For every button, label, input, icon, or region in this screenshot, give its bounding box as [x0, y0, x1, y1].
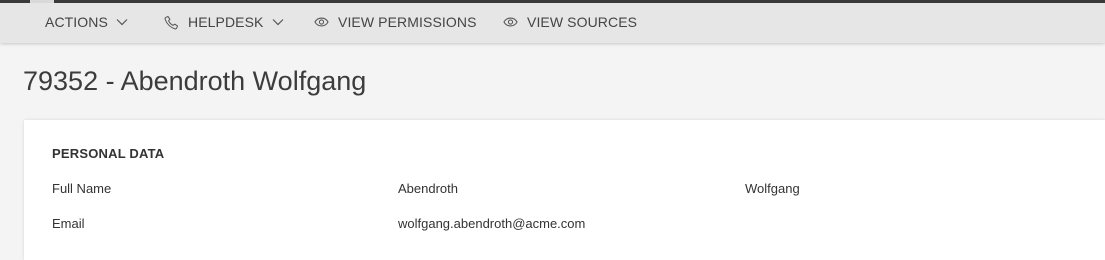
view-sources-label: VIEW SOURCES	[527, 14, 638, 30]
page-title: 79352 - Abendroth Wolfgang	[23, 66, 367, 96]
email-label: Email	[52, 216, 85, 231]
helpdesk-menu-button[interactable]: HELPDESK	[164, 11, 284, 33]
full-name-label: Full Name	[52, 181, 112, 196]
first-name-value: Wolfgang	[745, 181, 800, 196]
phone-icon	[164, 15, 179, 30]
section-title: PERSONAL DATA	[52, 146, 165, 161]
chevron-down-icon	[116, 18, 128, 26]
actions-label: ACTIONS	[45, 14, 108, 30]
helpdesk-label: HELPDESK	[188, 14, 264, 30]
email-value: wolfgang.abendroth@acme.com	[398, 216, 586, 231]
chevron-down-icon	[272, 18, 284, 26]
top-toolbar: ACTIONS HELPDESK VIEW PERMISSIONS VIEW S…	[0, 0, 1105, 43]
actions-menu-button[interactable]: ACTIONS	[45, 11, 128, 33]
eye-icon	[314, 17, 329, 27]
view-sources-button[interactable]: VIEW SOURCES	[503, 11, 637, 33]
view-permissions-label: VIEW PERMISSIONS	[338, 14, 477, 30]
eye-icon	[503, 17, 518, 27]
view-permissions-button[interactable]: VIEW PERMISSIONS	[314, 11, 477, 33]
personal-data-card: PERSONAL DATA Full Name Abendroth Wolfga…	[24, 120, 1105, 260]
toolbar-top-border	[0, 0, 1105, 3]
last-name-value: Abendroth	[398, 181, 458, 196]
active-indicator	[30, 0, 54, 3]
